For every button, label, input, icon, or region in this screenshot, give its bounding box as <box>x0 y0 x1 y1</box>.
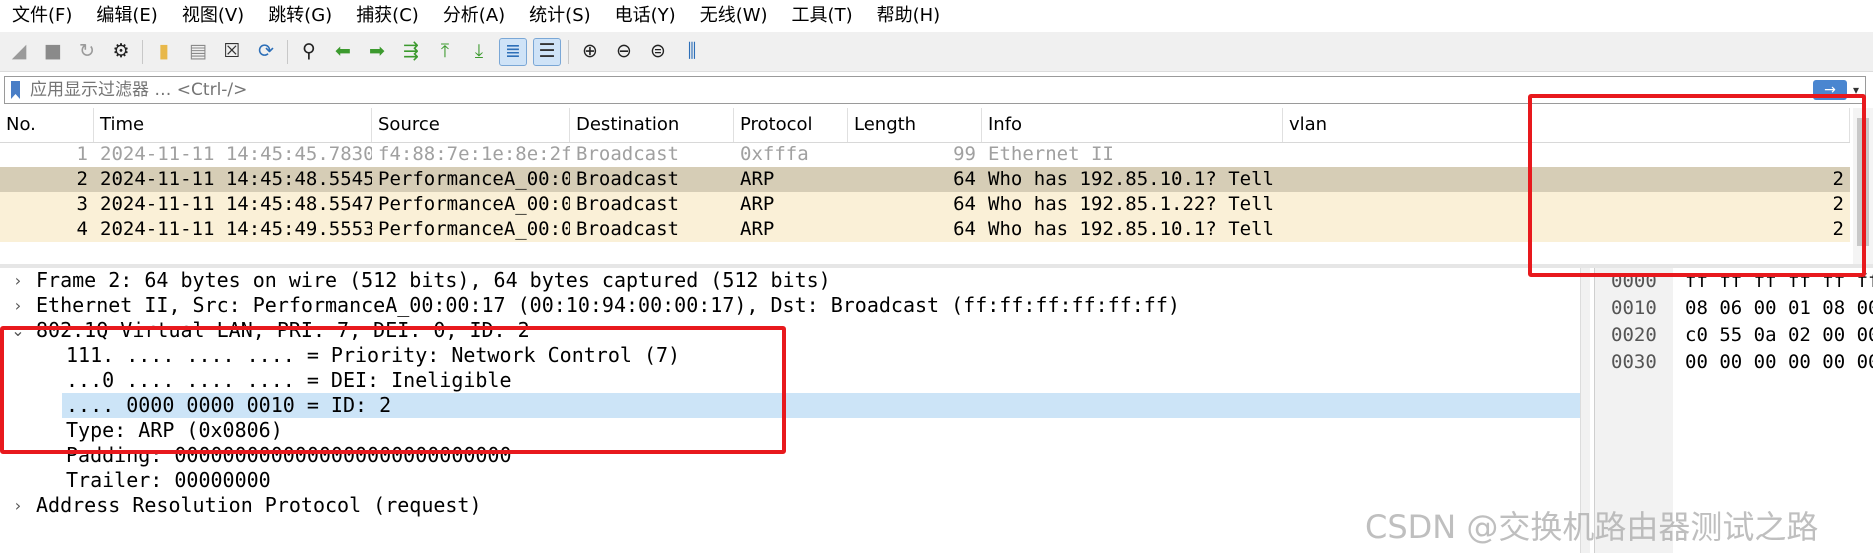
packet-cell-time: 2024-11-11 14:45:48.55453… <box>100 168 372 190</box>
packet-cell-source: PerformanceA_00:0… <box>378 193 570 215</box>
detail-tree-text: Frame 2: 64 bytes on wire (512 bits), 64… <box>36 268 831 292</box>
detail-tree-text: Ethernet II, Src: PerformanceA_00:00:17 … <box>36 293 1180 317</box>
vlan-column-highlight-box <box>1528 94 1866 277</box>
packet-cell-destination: Broadcast <box>576 168 679 190</box>
menu-item-6[interactable]: 统计(S) <box>517 0 602 32</box>
chevron-right-icon[interactable]: › <box>8 293 28 318</box>
stop-capture-icon[interactable]: ■ <box>40 39 66 65</box>
menu-item-2[interactable]: 视图(V) <box>170 0 256 32</box>
packet-cell-no: 4 <box>76 218 88 240</box>
column-header-protocol[interactable]: Protocol <box>734 108 848 142</box>
menu-item-5[interactable]: 分析(A) <box>431 0 517 32</box>
column-header-time[interactable]: Time <box>94 108 372 142</box>
packet-cell-no: 3 <box>76 193 88 215</box>
packet-cell-length: 99 <box>953 143 976 165</box>
go-last-icon[interactable]: ⤓ <box>466 39 492 65</box>
zoom-normal-icon[interactable]: ⊜ <box>645 39 671 65</box>
go-to-packet-icon[interactable]: ⇶ <box>398 39 424 65</box>
filter-bookmark-icon[interactable] <box>11 81 20 99</box>
packet-cell-length: 64 <box>953 193 976 215</box>
auto-scroll-icon[interactable]: ≣ <box>499 37 527 66</box>
menu-item-8[interactable]: 无线(W) <box>688 0 780 32</box>
packet-cell-length: 64 <box>953 168 976 190</box>
packet-cell-destination: Broadcast <box>576 193 679 215</box>
bytes-offset: 0010 <box>1611 297 1657 319</box>
menu-bar: 文件(F) 编辑(E) 视图(V) 跳转(G) 捕获(C) 分析(A) 统计(S) 电话(Y)… <box>0 0 1873 32</box>
column-header-source[interactable]: Source <box>372 108 570 142</box>
toolbar-separator <box>568 39 569 64</box>
go-first-icon[interactable]: ⤒ <box>432 39 458 65</box>
open-file-icon[interactable]: ▮ <box>151 39 177 65</box>
bytes-hex[interactable]: 08 06 00 01 08 00 <box>1685 295 1873 321</box>
shark-fin-start-icon[interactable]: ◢ <box>6 39 32 65</box>
chevron-right-icon[interactable]: › <box>8 268 28 293</box>
packet-cell-info: Ethernet II <box>988 143 1114 165</box>
packet-cell-protocol: ARP <box>740 168 775 190</box>
packet-cell-destination: Broadcast <box>576 143 679 165</box>
menu-item-10[interactable]: 帮助(H) <box>865 0 953 32</box>
packet-cell-no: 1 <box>76 143 88 165</box>
bytes-hex[interactable]: 00 00 00 00 00 00 <box>1685 349 1873 375</box>
menu-item-0[interactable]: 文件(F) <box>0 0 84 32</box>
column-header-destination[interactable]: Destination <box>570 108 734 142</box>
packet-cell-source: f4:88:7e:1e:8e:2f <box>378 143 570 165</box>
menu-item-7[interactable]: 电话(Y) <box>603 0 688 32</box>
bytes-offset: 0030 <box>1611 351 1657 373</box>
go-forward-icon[interactable]: ➡ <box>364 39 390 65</box>
packet-cell-time: 2024-11-11 14:45:45.78300… <box>100 143 372 165</box>
menu-item-3[interactable]: 跳转(G) <box>256 0 344 32</box>
capture-options-icon[interactable]: ⚙ <box>108 39 134 65</box>
chevron-right-icon[interactable]: › <box>8 493 28 518</box>
save-file-icon[interactable]: ▤ <box>185 39 211 65</box>
menu-item-1[interactable]: 编辑(E) <box>84 0 169 32</box>
column-header-length[interactable]: Length <box>848 108 982 142</box>
menu-item-4[interactable]: 捕获(C) <box>344 0 431 32</box>
reload-file-icon[interactable]: ⟳ <box>253 39 279 65</box>
zoom-in-icon[interactable]: ⊕ <box>577 39 603 65</box>
vlan-detail-highlight-box <box>0 326 786 454</box>
detail-tree-item[interactable]: › Ethernet II, Src: PerformanceA_00:00:17… <box>0 293 1580 318</box>
packet-cell-time: 2024-11-11 14:45:49.55532… <box>100 218 372 240</box>
detail-tree-text: Address Resolution Protocol (request) <box>36 493 482 517</box>
detail-tree-item[interactable]: › Frame 2: 64 bytes on wire (512 bits), 6… <box>0 268 1580 293</box>
bytes-offset: 0020 <box>1611 324 1657 346</box>
packet-cell-info: Who has 192.85.1.22? Tell 1… <box>988 193 1283 215</box>
packet-cell-length: 64 <box>953 218 976 240</box>
restart-capture-icon[interactable]: ↻ <box>74 39 100 65</box>
colorize-icon[interactable]: ☰ <box>533 37 561 66</box>
find-packet-icon[interactable]: ⚲ <box>296 39 322 65</box>
packet-cell-info: Who has 192.85.10.1? Tell 1… <box>988 168 1283 190</box>
menu-item-9[interactable]: 工具(T) <box>780 0 865 32</box>
close-file-icon[interactable]: ☒ <box>219 39 245 65</box>
column-header-no[interactable]: No. <box>0 108 94 142</box>
zoom-out-icon[interactable]: ⊖ <box>611 39 637 65</box>
packet-cell-time: 2024-11-11 14:45:48.55476… <box>100 193 372 215</box>
packet-cell-source: PerformanceA_00:0… <box>378 218 570 240</box>
packet-cell-protocol: 0xfffa <box>740 143 809 165</box>
toolbar-separator <box>142 39 143 64</box>
detail-tree-text: Trailer: 00000000 <box>66 468 271 492</box>
resize-columns-icon[interactable]: ⫼ <box>679 39 705 65</box>
bytes-hex[interactable]: c0 55 0a 02 00 00 <box>1685 322 1873 348</box>
packet-cell-protocol: ARP <box>740 193 775 215</box>
detail-tree-item[interactable]: Trailer: 00000000 <box>0 468 1580 493</box>
detail-tree-item[interactable]: › Address Resolution Protocol (request) <box>0 493 1580 518</box>
packet-cell-source: PerformanceA_00:0… <box>378 168 570 190</box>
main-toolbar: ◢ ■ ↻ ⚙ ▮ ▤ ☒ ⟳ ⚲ ⬅ ➡ ⇶ ⤒ ⤓ ≣ ☰ ⊕ ⊖ ⊜ ⫼ <box>0 32 1873 72</box>
toolbar-separator <box>287 39 288 64</box>
packet-cell-protocol: ARP <box>740 218 775 240</box>
packet-cell-info: Who has 192.85.10.1? Tell 1… <box>988 218 1283 240</box>
watermark: CSDN @交换机路由器测试之路 <box>1365 508 1819 546</box>
packet-cell-destination: Broadcast <box>576 218 679 240</box>
go-back-icon[interactable]: ⬅ <box>330 39 356 65</box>
column-header-info[interactable]: Info <box>982 108 1283 142</box>
packet-cell-no: 2 <box>76 168 88 190</box>
